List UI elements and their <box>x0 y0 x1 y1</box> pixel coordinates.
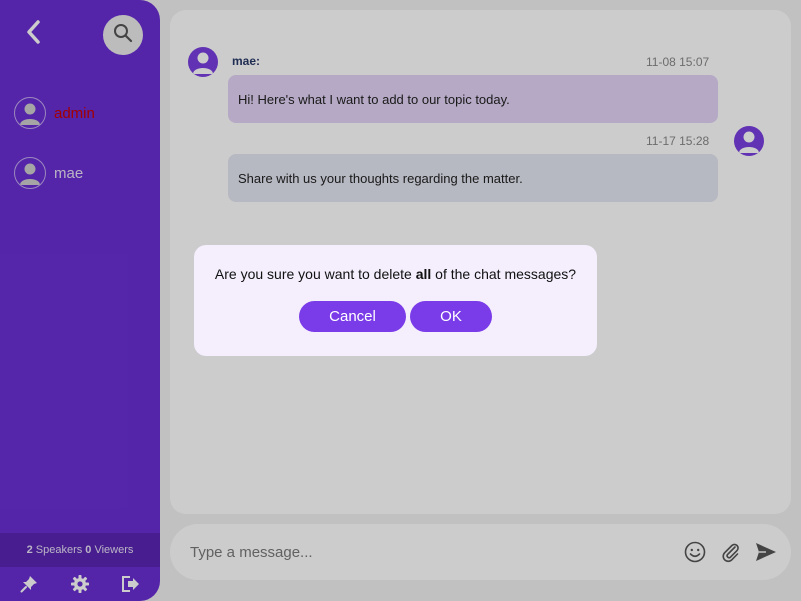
cancel-button[interactable]: Cancel <box>299 301 406 332</box>
dialog-text-before: Are you sure you want to delete <box>214 266 416 282</box>
ok-button[interactable]: OK <box>410 301 492 332</box>
dialog-text-bold: all <box>415 266 432 282</box>
dialog-text-after: of the chat messages? <box>431 266 577 282</box>
confirm-dialog: Are you sure you want to delete all of t… <box>194 245 597 356</box>
dialog-message: Are you sure you want to delete all of t… <box>194 266 597 282</box>
